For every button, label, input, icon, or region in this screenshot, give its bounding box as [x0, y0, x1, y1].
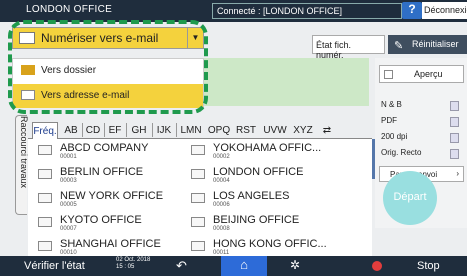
connection-status: Connecté : [LONDON OFFICE]	[212, 3, 402, 19]
tab-opq[interactable]: OPQ	[205, 122, 233, 139]
tab-ef[interactable]: EF	[106, 122, 124, 139]
setting-side[interactable]: Orig. Recto	[381, 148, 461, 162]
mail-icon	[191, 145, 205, 155]
tab-gh[interactable]: GH	[128, 122, 150, 139]
stop-icon[interactable]	[372, 261, 382, 271]
mail-icon	[38, 193, 52, 203]
home-icon[interactable]: ⌂	[221, 256, 267, 276]
tab-cd[interactable]: CD	[84, 122, 102, 139]
chevron-right-icon: ›	[456, 169, 459, 178]
mail-icon	[191, 193, 205, 203]
menu-item-email[interactable]: Vers adresse e-mail	[13, 84, 203, 108]
time-text: 15 : 05	[116, 264, 135, 270]
setting-label: N & B	[381, 100, 402, 109]
setting-format[interactable]: PDF	[381, 116, 461, 130]
preview-toggle[interactable]: Aperçu	[379, 65, 464, 83]
mail-icon	[38, 145, 52, 155]
mail-icon	[19, 32, 35, 44]
list-item[interactable]: LONDON OFFICE 00004	[185, 165, 325, 185]
tab-ab[interactable]: AB	[62, 122, 80, 139]
job-shortcut-tab[interactable]: Raccourci travaux	[15, 115, 29, 215]
color-icon	[450, 101, 459, 111]
tab-ijk[interactable]: IJK	[154, 122, 174, 139]
list-item[interactable]: HONG KONG OFFIC... 00011	[185, 237, 327, 257]
address-list: ABCD COMPANY 00001 YOKOHAMA OFFIC... 00002…	[28, 139, 372, 266]
mail-icon	[191, 241, 205, 251]
tab-xyz[interactable]: XYZ	[290, 122, 316, 139]
folder-icon	[21, 65, 35, 75]
mail-icon	[21, 90, 35, 100]
setting-label: Orig. Recto	[381, 148, 422, 157]
tab-uvw[interactable]: UVW	[260, 122, 290, 139]
reset-icon: ✎	[394, 40, 404, 52]
reset-button[interactable]: ✎ Réinitialiser	[388, 35, 467, 54]
list-item[interactable]: YOKOHAMA OFFIC... 00002	[185, 141, 325, 161]
menu-item-folder[interactable]: Vers dossier	[13, 59, 203, 83]
preview-label: Aperçu	[414, 69, 443, 79]
stop-button[interactable]: Stop	[417, 260, 440, 272]
menu-item-label: Vers adresse e-mail	[41, 90, 130, 101]
scan-status-button[interactable]: État fich. numér.	[312, 35, 385, 60]
mail-icon	[38, 241, 52, 251]
back-icon[interactable]: ↶	[176, 258, 187, 274]
logout-button[interactable]: Déconnexion	[422, 2, 467, 19]
list-item[interactable]: ABCD COMPANY 00001	[32, 141, 172, 161]
chevron-down-icon[interactable]: ▼	[187, 28, 203, 48]
checkbox-icon	[384, 70, 393, 79]
menu-item-label: Vers dossier	[41, 65, 97, 76]
mail-icon	[191, 217, 205, 227]
scan-mode-menu: Vers dossier Vers adresse e-mail	[12, 58, 204, 108]
list-item[interactable]: LOS ANGELES 00006	[185, 189, 325, 209]
scan-mode-dropdown[interactable]: Numériser vers e-mail ▼	[12, 27, 204, 49]
pdf-icon	[450, 117, 459, 127]
list-item[interactable]: SHANGHAI OFFICE 00010	[32, 237, 172, 257]
gear-icon[interactable]: ✲	[290, 258, 300, 272]
scan-mode-label: Numériser vers e-mail	[41, 31, 159, 45]
tab-lmn[interactable]: LMN	[178, 122, 204, 139]
help-button[interactable]: ?	[402, 2, 422, 19]
check-status-button[interactable]: Vérifier l'état	[24, 260, 85, 272]
start-button[interactable]: Départ	[383, 171, 437, 225]
top-bar: LONDON OFFICE Connecté : [LONDON OFFICE]…	[0, 0, 467, 22]
list-item[interactable]: BERLIN OFFICE 00003	[32, 165, 172, 185]
address-tabs: Fréq. AB CD EF GH IJK LMN OPQ RST UVW XY…	[28, 121, 372, 139]
tab-rst[interactable]: RST	[233, 122, 259, 139]
setting-resolution[interactable]: 200 dpi	[381, 132, 461, 146]
list-item[interactable]: KYOTO OFFICE 00007	[32, 213, 172, 233]
original-side-icon	[450, 149, 459, 159]
resolution-icon	[450, 133, 459, 143]
switch-view-icon[interactable]: ⇄	[318, 122, 336, 139]
reset-label: Réinitialiser	[412, 39, 459, 49]
mail-icon	[38, 169, 52, 179]
list-item[interactable]: NEW YORK OFFICE 00005	[32, 189, 172, 209]
date-time: 02 Oct. 2018 15 : 05	[116, 257, 150, 271]
setting-label: PDF	[381, 116, 397, 125]
date-text: 02 Oct. 2018	[116, 257, 151, 263]
tab-frequent[interactable]: Fréq.	[32, 122, 58, 139]
list-item[interactable]: BEIJING OFFICE 00008	[185, 213, 325, 233]
device-title: LONDON OFFICE	[26, 4, 113, 15]
mail-icon	[38, 217, 52, 227]
setting-label: 200 dpi	[381, 132, 408, 141]
setting-color[interactable]: N & B	[381, 100, 461, 114]
bottom-bar: Vérifier l'état 02 Oct. 2018 15 : 05 ↶ ⌂ …	[0, 256, 467, 276]
mail-icon	[191, 169, 205, 179]
